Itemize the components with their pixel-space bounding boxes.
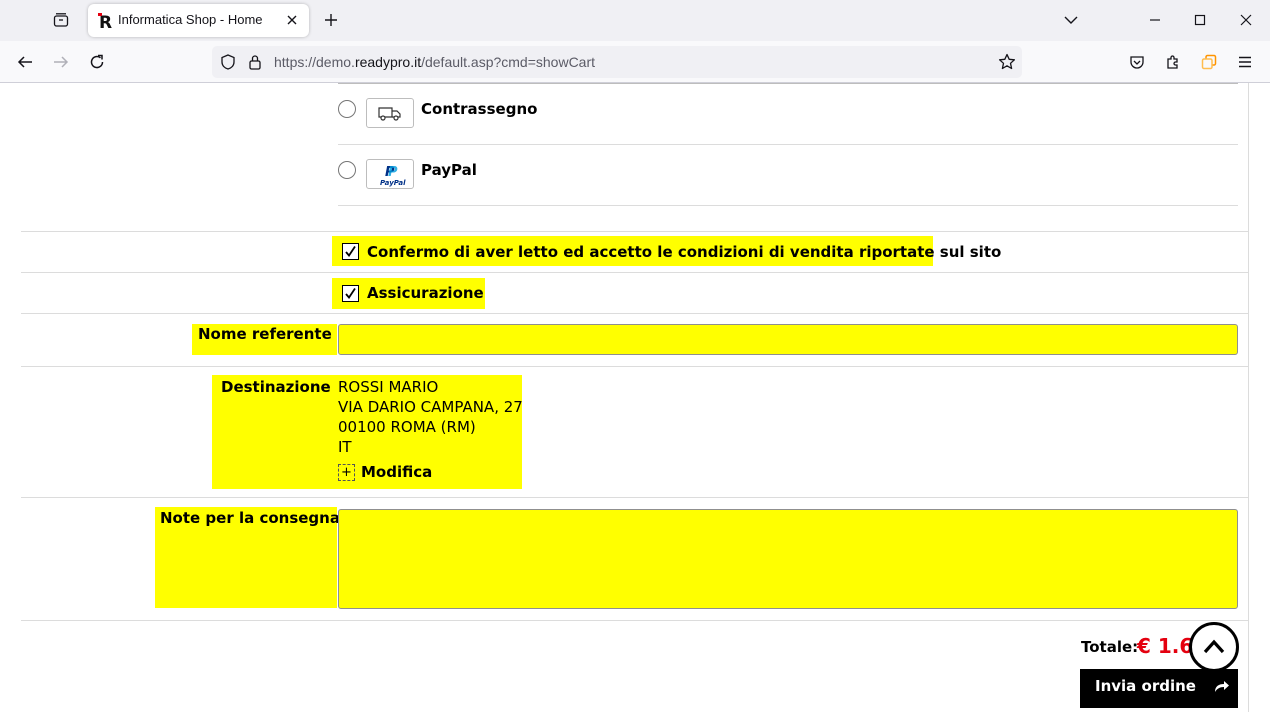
total-label: Totale: <box>1081 638 1139 656</box>
new-tab-icon[interactable] <box>320 9 342 31</box>
maximize-icon[interactable] <box>1187 8 1213 32</box>
payment-bottom-divider <box>338 205 1238 206</box>
edit-address-link[interactable]: Modifica <box>361 463 432 481</box>
paypal-logo-text: PayPal <box>380 179 406 187</box>
url-prefix: https://demo. <box>274 54 355 70</box>
section-divider <box>21 366 1248 367</box>
close-tab-icon[interactable] <box>284 12 300 28</box>
section-divider <box>21 272 1248 273</box>
referent-input[interactable] <box>338 324 1238 355</box>
close-window-icon[interactable] <box>1233 8 1259 32</box>
payment-top-divider <box>338 83 1238 84</box>
destination-label: Destinazione <box>221 378 331 396</box>
terms-checkbox[interactable] <box>342 243 359 260</box>
address-country: IT <box>338 438 352 456</box>
plus-icon[interactable]: + <box>338 464 355 481</box>
section-divider <box>21 231 1248 232</box>
minimize-icon[interactable] <box>1142 8 1168 32</box>
payment-radio-contrassegno[interactable] <box>338 100 356 118</box>
url-host: readypro.it <box>354 54 422 70</box>
section-divider <box>21 620 1248 621</box>
url-path: /default.asp?cmd=showCart <box>421 54 596 70</box>
multi-account-containers-icon[interactable] <box>1196 49 1222 75</box>
reload-icon[interactable] <box>84 49 110 75</box>
address-name: ROSSI MARIO <box>338 378 439 396</box>
scroll-to-top-chevron-up-icon[interactable] <box>1189 622 1239 672</box>
forward-arrow-icon[interactable] <box>48 49 74 75</box>
insurance-label[interactable]: Assicurazione <box>367 284 484 302</box>
pocket-icon[interactable] <box>1124 49 1150 75</box>
address-street: VIA DARIO CAMPANA, 27 <box>338 398 523 416</box>
notes-textarea[interactable] <box>338 509 1238 609</box>
hamburger-menu-icon[interactable] <box>1232 49 1258 75</box>
section-divider <box>21 497 1248 498</box>
readypro-favicon-icon: R <box>97 12 115 33</box>
delivery-truck-icon <box>366 98 414 128</box>
insurance-checkbox[interactable] <box>342 285 359 302</box>
payment-label-paypal[interactable]: PayPal <box>421 161 477 179</box>
page-scrollbar[interactable] <box>1249 83 1270 712</box>
tab-list-icon[interactable] <box>48 8 74 32</box>
tab-title: Informatica Shop - Home <box>118 12 263 27</box>
extensions-puzzle-icon[interactable] <box>1160 49 1186 75</box>
referent-label: Nome referente <box>198 325 332 343</box>
paypal-logo-icon: P P PayPal <box>366 159 414 189</box>
forward-share-arrow-icon <box>1212 677 1230 699</box>
tab-bar: R Informatica Shop - Home <box>0 0 1270 41</box>
lock-icon[interactable] <box>248 54 262 74</box>
browser-tab[interactable]: R Informatica Shop - Home <box>88 4 309 37</box>
address-bar[interactable]: https://demo.readypro.it/default.asp?cmd… <box>212 46 1022 78</box>
section-divider <box>21 313 1248 314</box>
submit-order-button[interactable]: Invia ordine <box>1080 669 1238 708</box>
svg-text:P: P <box>388 165 398 180</box>
address-city: 00100 ROMA (RM) <box>338 418 476 436</box>
bookmark-star-icon[interactable] <box>998 53 1016 75</box>
notes-label: Note per la consegna <box>160 509 340 527</box>
list-all-tabs-chevron-down-icon[interactable] <box>1058 8 1084 32</box>
terms-label[interactable]: Confermo di aver letto ed accetto le con… <box>367 243 1001 261</box>
payment-divider <box>338 144 1238 145</box>
navigation-toolbar: https://demo.readypro.it/default.asp?cmd… <box>0 41 1270 83</box>
payment-label-contrassegno[interactable]: Contrassegno <box>421 100 537 118</box>
payment-radio-paypal[interactable] <box>338 161 356 179</box>
url-text[interactable]: https://demo.readypro.it/default.asp?cmd… <box>274 54 595 70</box>
tracking-protection-shield-icon[interactable] <box>220 54 236 74</box>
submit-order-label: Invia ordine <box>1095 677 1196 695</box>
cart-checkout-page: Contrassegno P P PayPal PayPal Confermo di… <box>0 83 1270 712</box>
back-arrow-icon[interactable] <box>12 49 38 75</box>
